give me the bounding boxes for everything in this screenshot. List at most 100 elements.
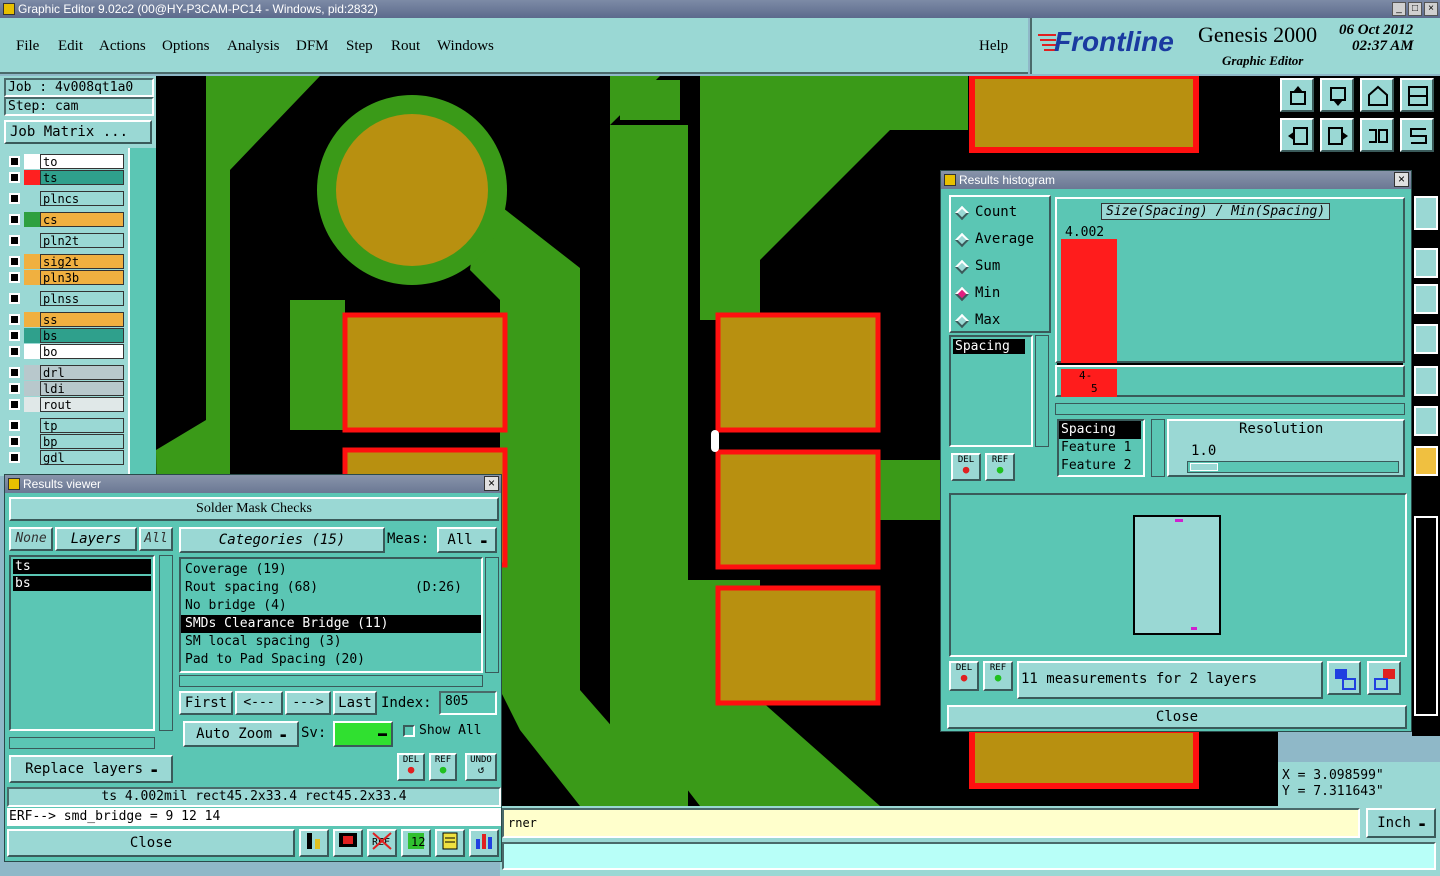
- layer-name[interactable]: sig2t: [40, 254, 124, 269]
- move-left-icon[interactable]: [1280, 118, 1314, 152]
- board-preview[interactable]: [1133, 515, 1221, 635]
- radio-icon[interactable]: [954, 313, 970, 329]
- layer-row-plnss[interactable]: plnss: [6, 291, 124, 306]
- layer-checkbox[interactable]: [9, 436, 20, 447]
- layer-name[interactable]: ss: [40, 312, 124, 327]
- ref-button[interactable]: REF ●: [985, 453, 1015, 481]
- layer-checkbox[interactable]: [9, 214, 20, 225]
- radio-icon[interactable]: [954, 286, 970, 302]
- menu-actions[interactable]: Actions: [99, 38, 146, 55]
- list-item[interactable]: Spacing: [953, 339, 1025, 354]
- upload-icon[interactable]: [1280, 78, 1314, 112]
- monitor-icon[interactable]: [333, 829, 363, 857]
- layer-row-ldi[interactable]: ldi: [6, 381, 124, 396]
- chart-hscrollbar[interactable]: [1055, 403, 1405, 415]
- layer-checkbox[interactable]: [9, 272, 20, 283]
- layer-checkbox[interactable]: [9, 293, 20, 304]
- layer-name[interactable]: pln3b: [40, 270, 124, 285]
- radio-icon[interactable]: [954, 205, 970, 221]
- layer-checkbox[interactable]: [9, 420, 20, 431]
- measure-icon[interactable]: [1414, 284, 1438, 314]
- all-layers-button[interactable]: All: [139, 527, 173, 551]
- menu-file[interactable]: File: [16, 38, 39, 55]
- auto-zoom-dropdown[interactable]: Auto Zoom ▬: [183, 721, 299, 747]
- menu-analysis[interactable]: Analysis: [227, 38, 280, 55]
- option-min[interactable]: Min: [951, 284, 1047, 304]
- layer-row-ss[interactable]: ss: [6, 312, 124, 327]
- layer-name[interactable]: drl: [40, 365, 124, 380]
- category-item[interactable]: Coverage (19): [181, 561, 481, 579]
- chart-icon[interactable]: [299, 829, 329, 857]
- cursor-icon[interactable]: [1414, 446, 1438, 476]
- radio-icon[interactable]: [954, 259, 970, 275]
- layer-row-rout[interactable]: rout: [6, 397, 124, 412]
- next-button[interactable]: --->: [285, 691, 331, 715]
- close-window-button[interactable]: ×: [1424, 2, 1438, 16]
- numbered-icon[interactable]: 12: [401, 829, 431, 857]
- layer-name[interactable]: gdl: [40, 450, 124, 465]
- menu-dfm[interactable]: DFM: [296, 38, 329, 55]
- layer-checkbox[interactable]: [9, 314, 20, 325]
- layer-checkbox[interactable]: [9, 346, 20, 357]
- list-item[interactable]: Feature 2: [1059, 457, 1143, 475]
- layer-row-to[interactable]: to: [6, 154, 124, 169]
- layers-button[interactable]: Layers: [55, 527, 137, 551]
- layer-row-tp[interactable]: tp: [6, 418, 124, 433]
- flag-icon[interactable]: [1414, 324, 1438, 354]
- layer-name[interactable]: plnss: [40, 291, 124, 306]
- export-icon[interactable]: [1327, 661, 1361, 695]
- category-item[interactable]: SMDs Clearance Bridge (11): [181, 615, 481, 633]
- layer-name[interactable]: plncs: [40, 191, 124, 206]
- layer-row-cs[interactable]: cs: [6, 212, 124, 227]
- traffic-light-icon[interactable]: [1414, 196, 1438, 230]
- shape-icon[interactable]: [1414, 248, 1438, 278]
- home-icon[interactable]: [1360, 78, 1394, 112]
- sv-color-dropdown[interactable]: ▬: [333, 721, 393, 747]
- shapes-icon[interactable]: [1414, 366, 1438, 396]
- list-item[interactable]: ts: [13, 559, 151, 574]
- layer-row-plncs[interactable]: plncs: [6, 191, 124, 206]
- layer-row-ts[interactable]: ts: [6, 170, 124, 185]
- layer-checkbox[interactable]: [9, 452, 20, 463]
- undo-button[interactable]: UNDO ↺: [465, 753, 497, 781]
- layer-name[interactable]: bp: [40, 434, 124, 449]
- meas-dropdown[interactable]: All ▬: [437, 527, 497, 553]
- menu-step[interactable]: Step: [346, 38, 373, 55]
- layer-name[interactable]: ldi: [40, 381, 124, 396]
- layer-name[interactable]: to: [40, 154, 124, 169]
- del-button[interactable]: DEL ●: [949, 661, 979, 691]
- units-dropdown[interactable]: Inch ▬: [1366, 808, 1436, 838]
- category-scrollbar[interactable]: [485, 557, 499, 673]
- mirror-icon[interactable]: [1400, 118, 1434, 152]
- layer-name[interactable]: bs: [40, 328, 124, 343]
- show-all-checkbox[interactable]: [403, 725, 415, 737]
- download-icon[interactable]: [1320, 78, 1354, 112]
- sort-list[interactable]: Spacing Feature 1 Feature 2: [1057, 419, 1145, 477]
- menu-rout[interactable]: Rout: [391, 38, 420, 55]
- option-max[interactable]: Max: [951, 311, 1047, 331]
- option-sum[interactable]: Sum: [951, 257, 1047, 277]
- layer-checkbox[interactable]: [9, 172, 20, 183]
- layer-row-bo[interactable]: bo: [6, 344, 124, 359]
- none-button[interactable]: None: [9, 527, 53, 551]
- layer-row-drl[interactable]: drl: [6, 365, 124, 380]
- histogram-bar[interactable]: [1061, 239, 1117, 363]
- categories-button[interactable]: Categories (15): [179, 527, 385, 553]
- list-item[interactable]: Feature 1: [1059, 439, 1143, 457]
- list-item[interactable]: Spacing: [1059, 421, 1141, 439]
- layer-result-list[interactable]: ts bs: [9, 555, 155, 731]
- menu-windows[interactable]: Windows: [437, 38, 494, 55]
- layer-row-bs[interactable]: bs: [6, 328, 124, 343]
- layer-list-hscrollbar[interactable]: [9, 737, 155, 749]
- del-button[interactable]: DEL ●: [397, 753, 425, 781]
- radio-icon[interactable]: [954, 232, 970, 248]
- replace-layers-dropdown[interactable]: Replace layers ▬: [9, 755, 173, 783]
- category-item[interactable]: Pad to Pad Spacing (20): [181, 651, 481, 669]
- ref-button[interactable]: REF ●: [429, 753, 457, 781]
- layer-checkbox[interactable]: [9, 367, 20, 378]
- category-item[interactable]: SM local spacing (3): [181, 633, 481, 651]
- rotate-icon[interactable]: [1360, 118, 1394, 152]
- results-viewer-close-button[interactable]: Close: [7, 829, 295, 857]
- layer-name[interactable]: rout: [40, 397, 124, 412]
- index-input[interactable]: 805: [439, 691, 497, 715]
